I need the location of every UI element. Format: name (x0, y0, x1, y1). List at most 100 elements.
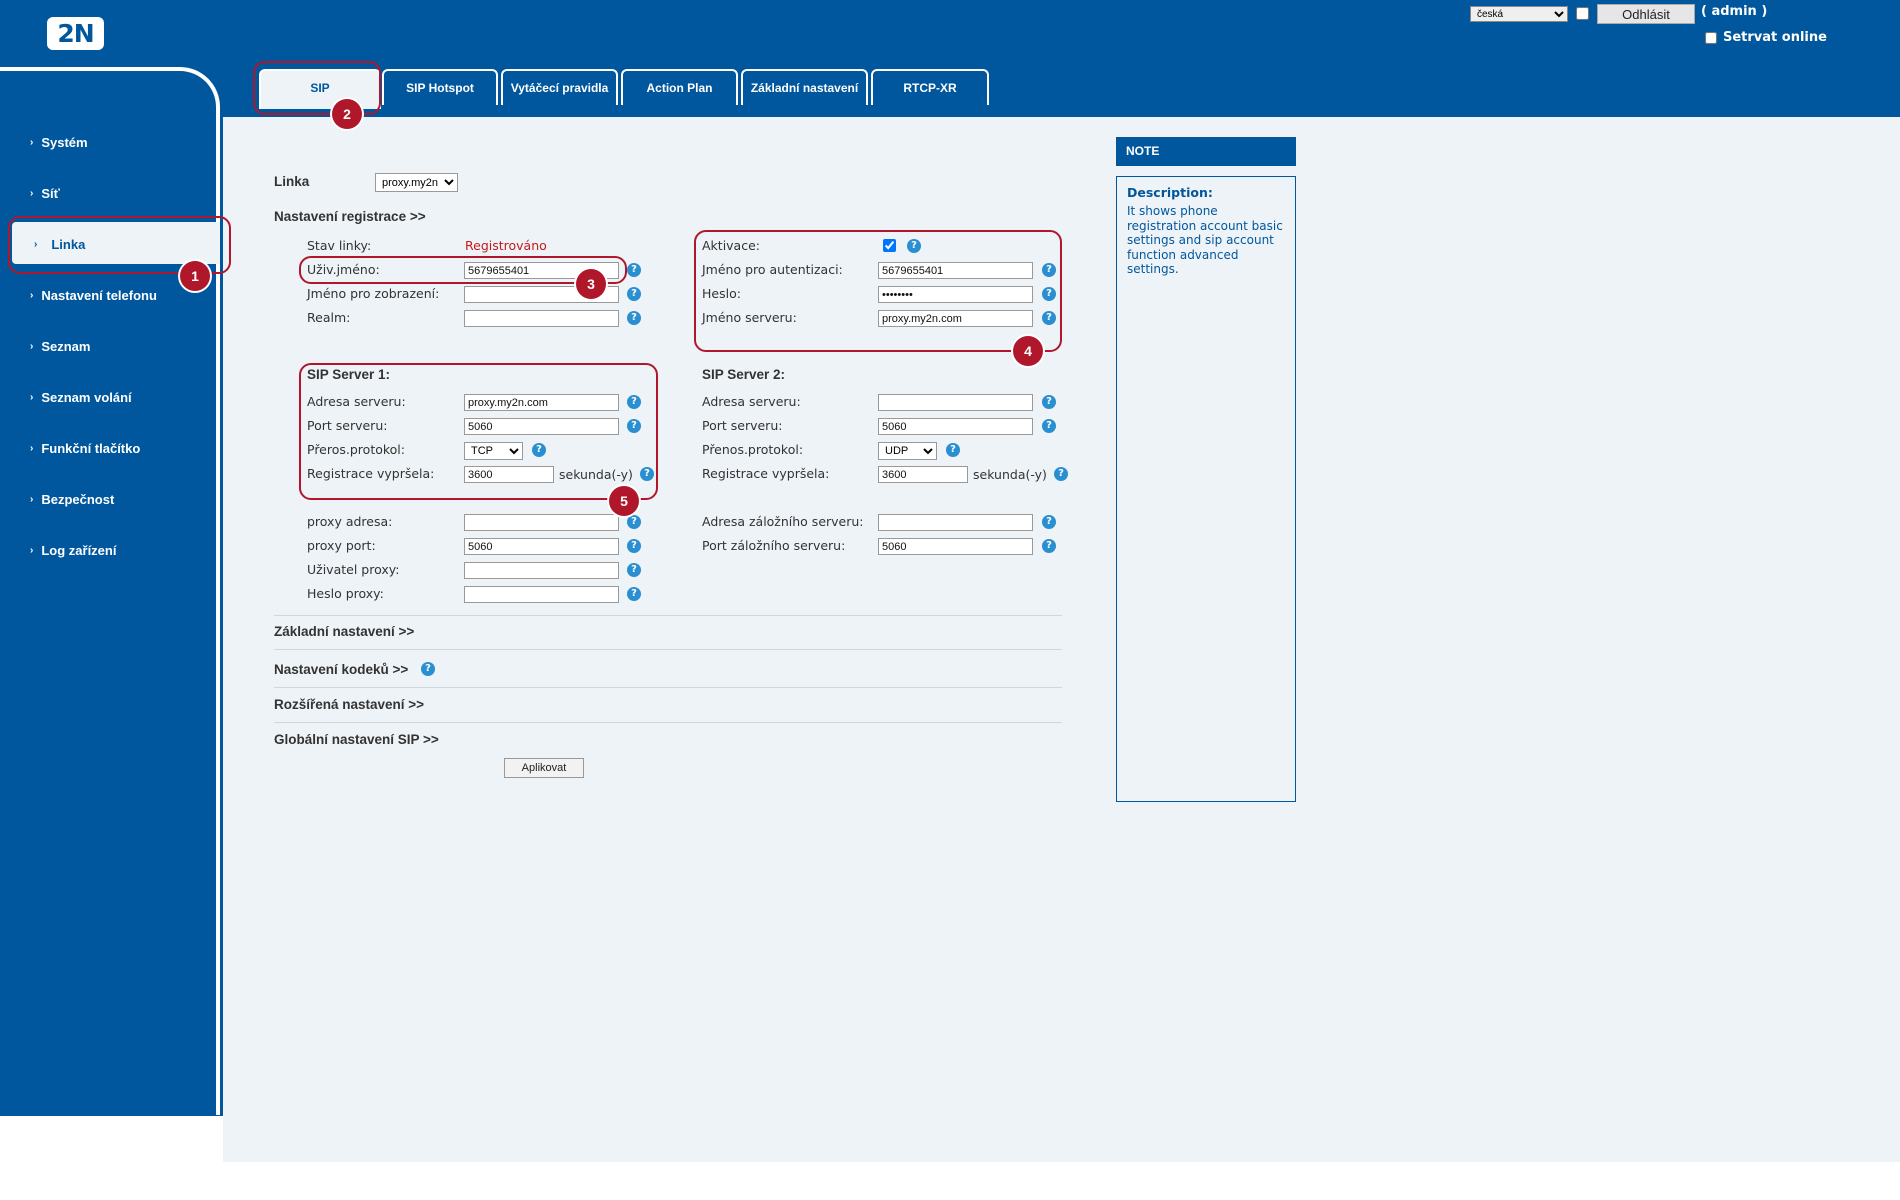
line-label: Linka (274, 174, 310, 189)
help-icon[interactable]: ? (946, 443, 960, 457)
sidebar-item-call-log[interactable]: › Seznam volání (30, 387, 132, 407)
server2-protocol-label: Přenos.protokol: (702, 442, 804, 457)
sidebar-item-device-log[interactable]: › Log zařízení (30, 540, 116, 560)
backup-address-input[interactable] (878, 514, 1033, 531)
sidebar-item-security[interactable]: › Bezpečnost (30, 489, 114, 509)
tab-action-plan[interactable]: Action Plan (621, 69, 738, 105)
stay-online-label: Setrvat online (1723, 30, 1827, 45)
brand-logo: 2N (47, 17, 104, 50)
callout-badge-2: 2 (332, 99, 362, 129)
sidebar-item-label: Funkční tlačítko (41, 440, 141, 456)
sidebar-item-label: Nastavení telefonu (41, 287, 157, 303)
stay-online-toggle[interactable]: Setrvat online (1705, 30, 1827, 45)
proxy-address-label: proxy adresa: (307, 514, 393, 529)
proxy-port-input[interactable] (464, 538, 619, 555)
basic-settings-link[interactable]: Základní nastavení >> (274, 624, 414, 639)
help-icon[interactable]: ? (627, 587, 641, 601)
note-description-text: It shows phone registration account basi… (1127, 204, 1283, 276)
help-icon[interactable]: ? (1042, 419, 1056, 433)
server2-port-label: Port serveru: (702, 418, 783, 433)
chevron-right-icon: › (30, 544, 34, 556)
line-select[interactable]: proxy.my2n (375, 173, 458, 192)
callout-box-4 (694, 230, 1062, 352)
server2-expiry-label: Registrace vypršela: (702, 466, 830, 481)
realm-input[interactable] (464, 310, 619, 327)
sidebar-item-label: Log zařízení (41, 542, 117, 558)
logout-button[interactable]: Odhlásit (1597, 4, 1695, 24)
help-icon[interactable]: ? (1042, 539, 1056, 553)
divider (274, 687, 1062, 688)
chevron-right-icon: › (30, 289, 34, 301)
chevron-right-icon: › (30, 493, 34, 505)
proxy-password-input[interactable] (464, 586, 619, 603)
chevron-right-icon: › (30, 187, 34, 199)
sidebar-item-directory[interactable]: › Seznam (30, 336, 90, 356)
backup-port-input[interactable] (878, 538, 1033, 555)
callout-badge-3: 3 (576, 269, 606, 299)
proxy-address-input[interactable] (464, 514, 619, 531)
server2-expiry-unit: sekunda(-y) (973, 467, 1047, 482)
callout-box-2 (253, 61, 381, 115)
server2-expiry-input[interactable] (878, 466, 968, 483)
stay-online-checkbox[interactable] (1705, 31, 1717, 44)
codec-settings-link[interactable]: Nastavení kodeků >> (274, 662, 408, 677)
chevron-right-icon: › (30, 136, 34, 148)
help-icon[interactable]: ? (1042, 395, 1056, 409)
note-header: NOTE (1116, 137, 1296, 166)
proxy-port-label: proxy port: (307, 538, 376, 553)
help-icon[interactable]: ? (627, 287, 641, 301)
logout-checkbox[interactable] (1576, 7, 1589, 20)
sip-server2-title: SIP Server 2: (702, 367, 786, 382)
apply-button[interactable]: Aplikovat (504, 758, 584, 778)
proxy-password-label: Heslo proxy: (307, 586, 384, 601)
help-icon[interactable]: ? (421, 662, 435, 676)
server2-address-label: Adresa serveru: (702, 394, 801, 409)
chevron-right-icon: › (30, 391, 34, 403)
note-description-title: Description: (1127, 185, 1213, 200)
callout-badge-4: 4 (1013, 336, 1043, 366)
callout-badge-1: 1 (180, 261, 210, 291)
sidebar-item-phone-settings[interactable]: › Nastavení telefonu (30, 285, 157, 305)
tab-sip-hotspot[interactable]: SIP Hotspot (382, 69, 498, 105)
sidebar-item-function-key[interactable]: › Funkční tlačítko (30, 438, 140, 458)
display-name-label: Jméno pro zobrazení: (307, 286, 440, 301)
tab-rtcp-xr[interactable]: RTCP-XR (871, 69, 989, 105)
help-icon[interactable]: ? (1054, 467, 1068, 481)
user-label: ( admin ) (1701, 4, 1768, 19)
sidebar-item-label: Systém (41, 134, 88, 150)
help-icon[interactable]: ? (627, 311, 641, 325)
line-status-value: Registrováno (465, 238, 547, 253)
sidebar-item-label: Seznam (41, 338, 91, 354)
tab-basic-settings[interactable]: Základní nastavení (741, 69, 868, 105)
callout-box-5 (299, 363, 658, 500)
backup-port-label: Port záložního serveru: (702, 538, 846, 553)
sidebar-item-network[interactable]: › Síť (30, 183, 60, 203)
server2-port-input[interactable] (878, 418, 1033, 435)
tab-dial-rules[interactable]: Vytáčecí pravidla (501, 69, 618, 105)
realm-label: Realm: (307, 310, 351, 325)
language-select[interactable]: česká (1470, 6, 1568, 22)
server2-protocol-select[interactable]: UDP (878, 442, 937, 460)
help-icon[interactable]: ? (627, 263, 641, 277)
help-icon[interactable]: ? (627, 515, 641, 529)
backup-address-label: Adresa záložního serveru: (702, 514, 864, 529)
help-icon[interactable]: ? (627, 539, 641, 553)
chevron-right-icon: › (30, 442, 34, 454)
divider (274, 615, 1062, 616)
registration-section-link[interactable]: Nastavení registrace >> (274, 209, 426, 224)
chevron-right-icon: › (30, 340, 34, 352)
page-footer-space (0, 1162, 1900, 1200)
help-icon[interactable]: ? (1042, 515, 1056, 529)
sidebar-item-label: Seznam volání (41, 389, 132, 405)
proxy-user-input[interactable] (464, 562, 619, 579)
sidebar-item-system[interactable]: › Systém (30, 132, 88, 152)
global-sip-link[interactable]: Globální nastavení SIP >> (274, 732, 439, 747)
sidebar-item-label: Bezpečnost (41, 491, 115, 507)
server2-address-input[interactable] (878, 394, 1033, 411)
divider (274, 722, 1062, 723)
help-icon[interactable]: ? (627, 563, 641, 577)
advanced-settings-link[interactable]: Rozšířená nastavení >> (274, 697, 424, 712)
proxy-user-label: Uživatel proxy: (307, 562, 400, 577)
line-status-label: Stav linky: (307, 238, 372, 253)
note-panel: Description: It shows phone registration… (1116, 176, 1296, 802)
